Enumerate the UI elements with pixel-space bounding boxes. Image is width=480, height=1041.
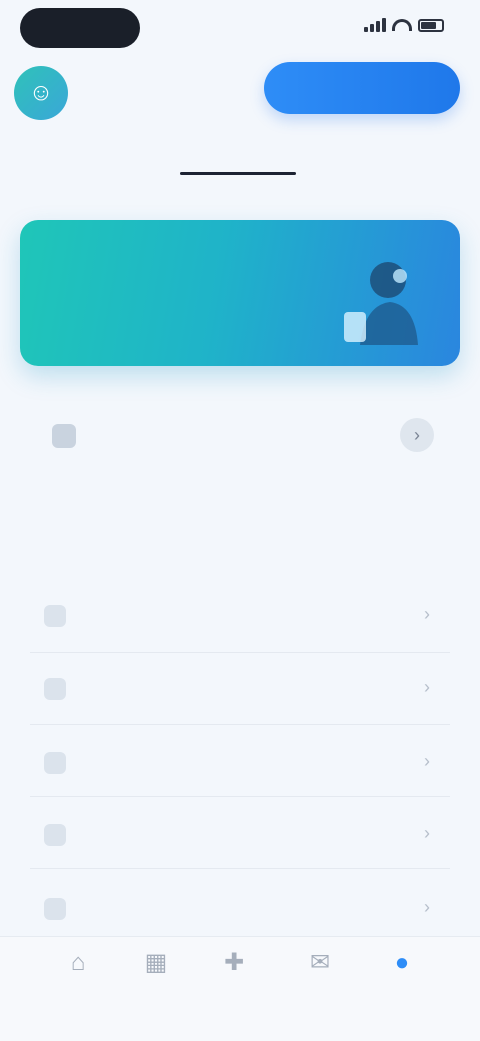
list-item[interactable] xyxy=(30,580,450,653)
illustration-icon xyxy=(344,262,418,345)
chevron-right-icon: › xyxy=(424,897,430,917)
chevron-right-icon: › xyxy=(424,677,430,697)
chevron-right-icon: › xyxy=(424,823,430,843)
primary-action-button[interactable] xyxy=(264,62,460,114)
list-item[interactable] xyxy=(30,724,450,797)
list-item[interactable] xyxy=(30,796,450,869)
battery-icon xyxy=(418,18,444,32)
user-avatar-icon[interactable]: ☺ xyxy=(14,66,68,120)
chevron-right-icon[interactable]: › xyxy=(400,418,434,452)
list-icon xyxy=(44,752,66,774)
list-icon xyxy=(44,605,66,627)
nav-item-profile[interactable]: ● xyxy=(354,950,450,984)
active-tab-indicator xyxy=(180,172,296,175)
home-icon: ⌂ xyxy=(70,949,86,976)
status-icons xyxy=(364,18,444,32)
chevron-right-icon: › xyxy=(424,604,430,624)
nav-item-plus[interactable]: ✚ xyxy=(186,950,282,984)
chevron-right-icon: › xyxy=(424,751,430,771)
grid-icon: ▦ xyxy=(144,949,168,976)
wifi-icon xyxy=(392,19,412,31)
message-icon: ✉ xyxy=(309,949,331,976)
plus-icon: ✚ xyxy=(223,949,245,976)
profile-icon: ● xyxy=(394,949,410,976)
info-row[interactable] xyxy=(40,416,440,460)
status-time xyxy=(20,8,140,48)
info-icon xyxy=(52,424,76,448)
list-icon xyxy=(44,824,66,846)
list-item[interactable] xyxy=(30,868,450,940)
list-item[interactable] xyxy=(30,652,450,725)
signal-icon xyxy=(364,18,386,32)
list-icon xyxy=(44,678,66,700)
list-icon xyxy=(44,898,66,920)
